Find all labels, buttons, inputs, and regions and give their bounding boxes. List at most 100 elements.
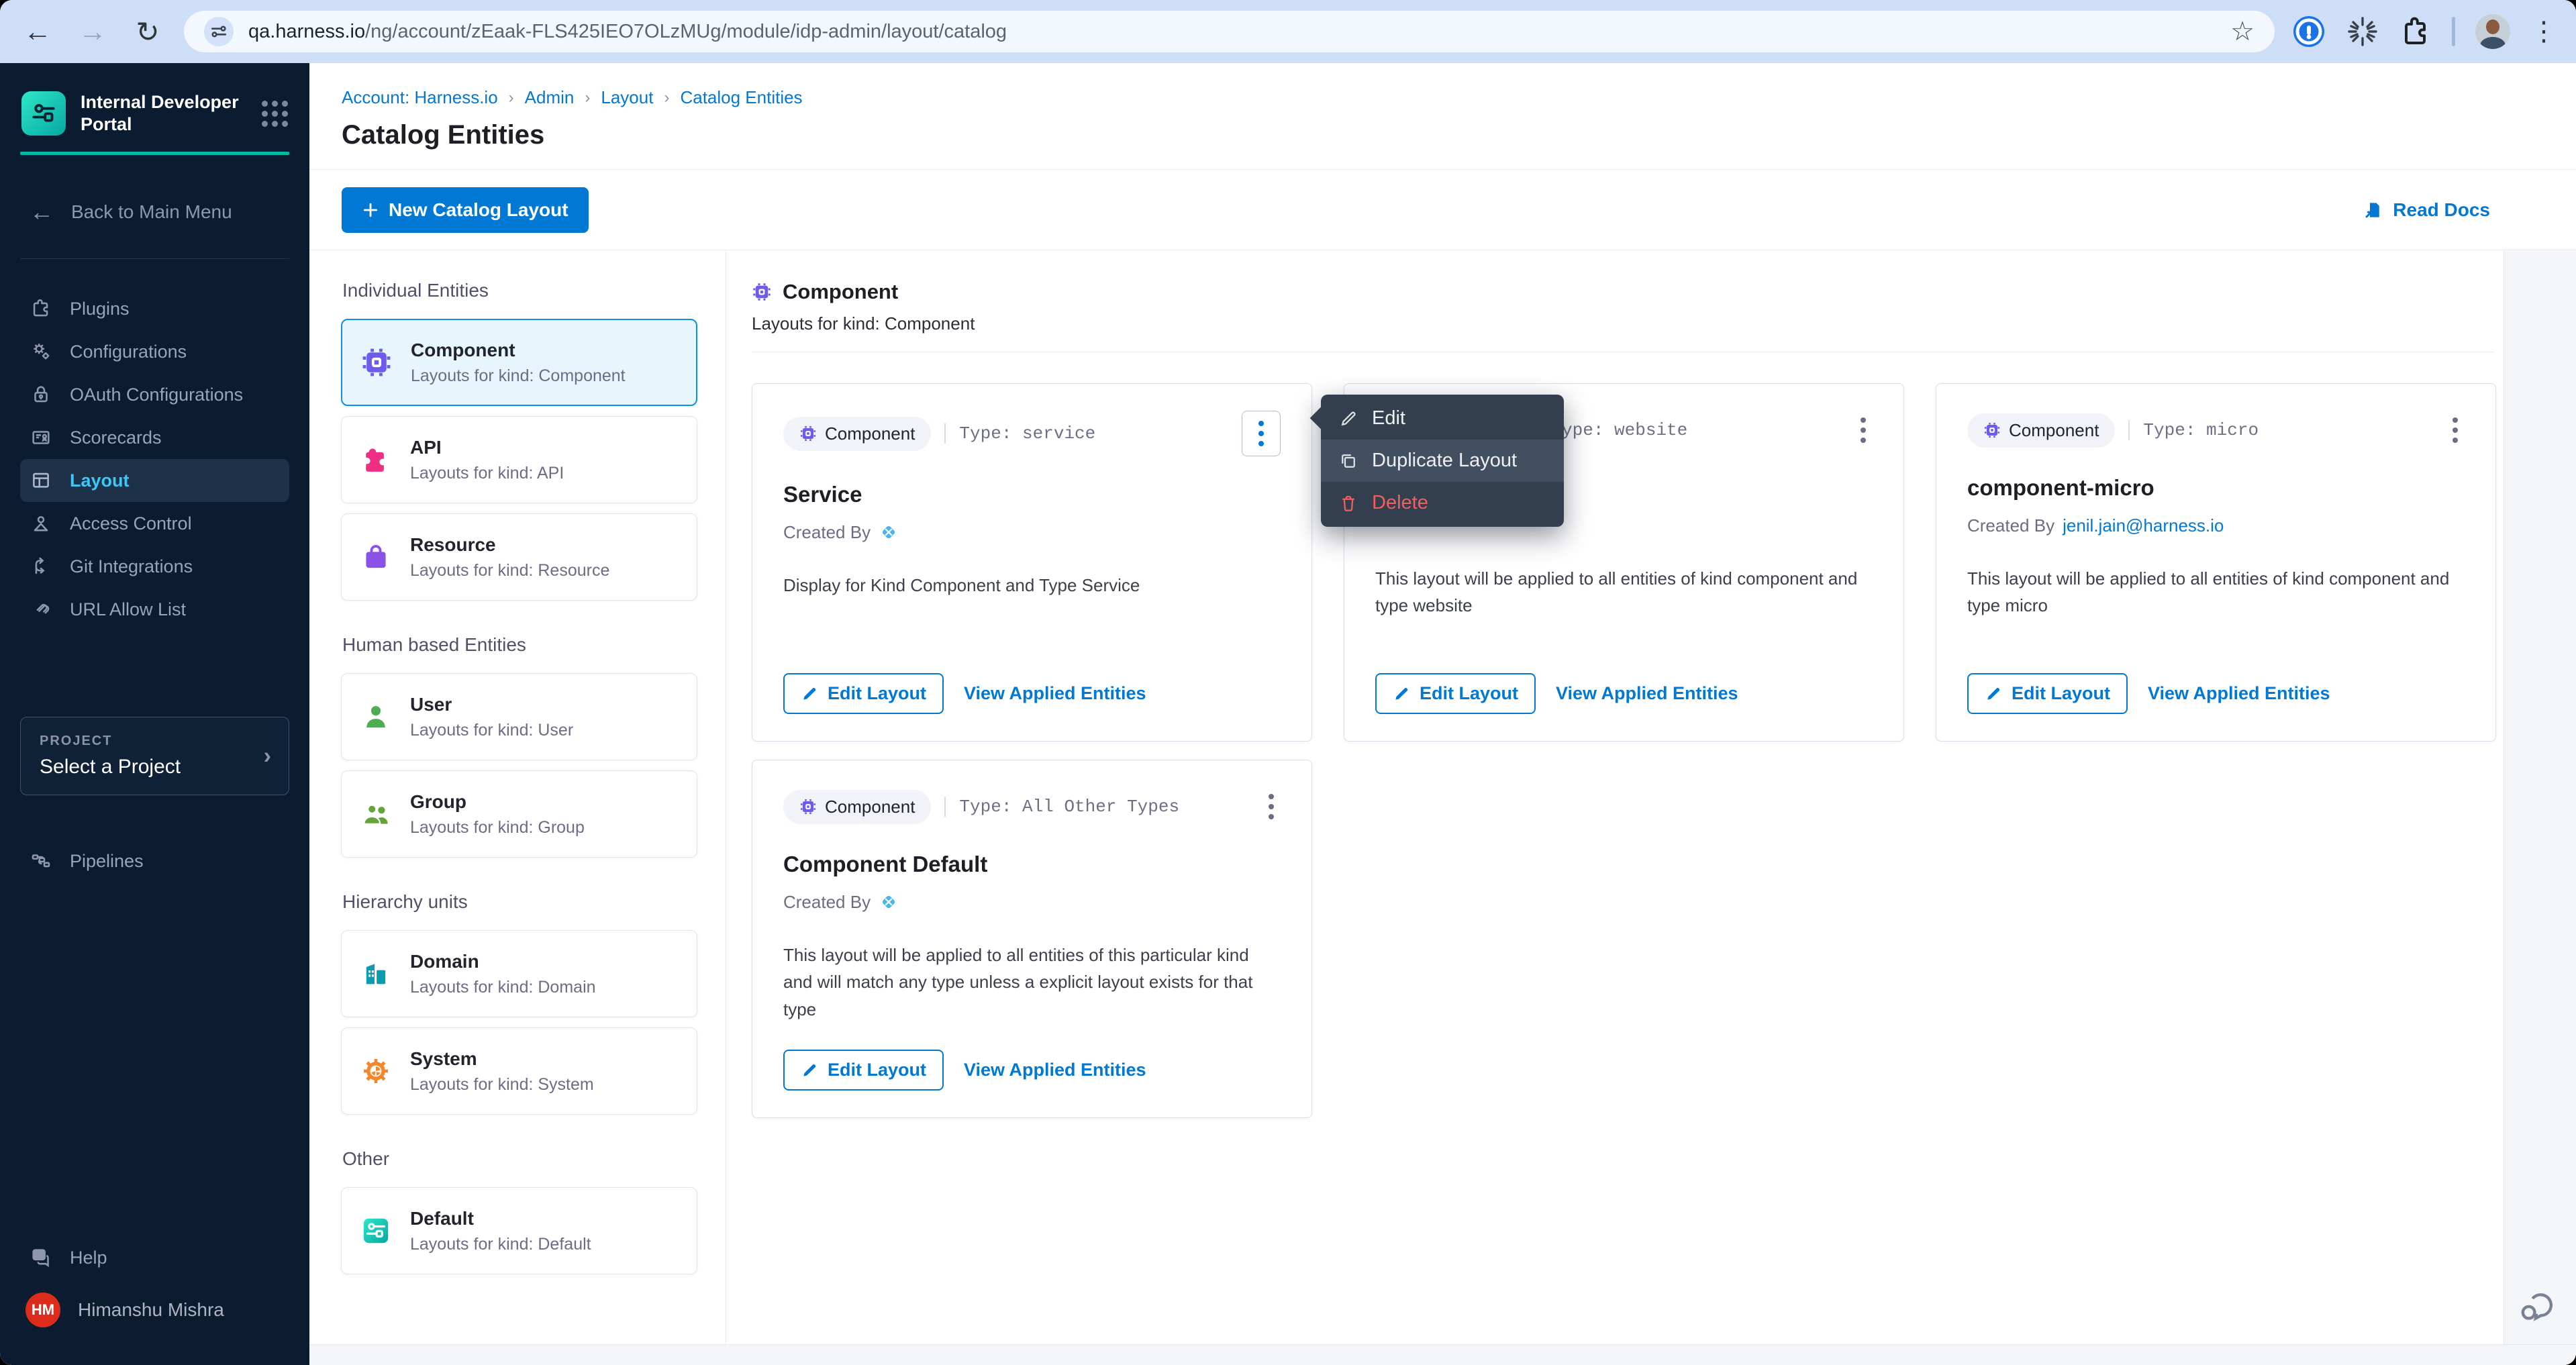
context-menu-label: Edit [1372, 407, 1405, 429]
component-chip-icon [1983, 421, 2001, 439]
card-context-menu: Edit Duplicate Layout Delete [1321, 395, 1564, 527]
edit-layout-button[interactable]: Edit Layout [1967, 673, 2128, 714]
section-heading: Hierarchy units [342, 891, 697, 913]
extensions-area: ⋮ [2292, 14, 2557, 49]
edit-layout-button[interactable]: Edit Layout [783, 1050, 944, 1091]
toolbar-separator [2452, 17, 2455, 46]
harness-user-icon [879, 892, 899, 912]
layout-description: Display for Kind Component and Type Serv… [783, 572, 1267, 599]
entity-kind-title: Component [411, 340, 515, 360]
back-to-main-menu[interactable]: ← Back to Main Menu [20, 198, 289, 226]
edit-layout-button[interactable]: Edit Layout [1375, 673, 1536, 714]
browser-menu-icon[interactable]: ⋮ [2530, 18, 2557, 45]
entity-kind-title: System [410, 1048, 477, 1069]
entity-kind-domain[interactable]: DomainLayouts for kind: Domain [341, 930, 697, 1017]
group-icon [359, 799, 393, 829]
sidebar-item-label: Pipelines [70, 851, 144, 872]
breadcrumb-account[interactable]: Account: Harness.io [342, 87, 498, 108]
sidebar-item-configurations[interactable]: Configurations [20, 330, 289, 373]
site-settings-icon[interactable] [204, 17, 234, 46]
user-profile[interactable]: HM Himanshu Mishra [20, 1293, 289, 1327]
context-menu-delete[interactable]: Delete [1321, 482, 1564, 524]
card-menu-kebab-icon[interactable] [1242, 411, 1281, 456]
brand-divider [20, 152, 289, 155]
api-puzzle-icon [359, 444, 393, 475]
kind-subtitle: Layouts for kind: Component [752, 313, 2576, 334]
created-by-row: Created By jenil.jain@harness.io [1967, 514, 2465, 537]
project-selector[interactable]: PROJECT Select a Project › [20, 717, 289, 795]
view-applied-entities-link[interactable]: View Applied Entities [964, 1060, 1146, 1080]
entity-kind-subtitle: Layouts for kind: Domain [410, 978, 596, 997]
sidebar-item-help[interactable]: ? Help [20, 1236, 289, 1279]
project-label: PROJECT [40, 734, 270, 749]
scroll-gutter-bottom[interactable] [309, 1344, 2576, 1365]
browser-reload-icon[interactable]: ↻ [129, 13, 166, 50]
browser-profile-avatar[interactable] [2475, 14, 2510, 49]
card-menu-kebab-icon[interactable] [1854, 411, 1873, 450]
scroll-gutter-right[interactable] [2504, 251, 2576, 1365]
new-catalog-layout-button[interactable]: New Catalog Layout [342, 187, 589, 233]
breadcrumb-admin[interactable]: Admin [525, 87, 575, 108]
sidebar-item-scorecards[interactable]: Scorecards [20, 416, 289, 459]
browser-back-icon[interactable]: ← [19, 13, 56, 50]
sidebar-item-label: OAuth Configurations [70, 385, 243, 405]
pencil-icon [1338, 409, 1358, 429]
module-grid-icon[interactable] [262, 101, 288, 127]
entity-kind-resource[interactable]: ResourceLayouts for kind: Resource [341, 513, 697, 601]
sidebar-item-pipelines[interactable]: Pipelines [20, 840, 289, 882]
extensions-puzzle-icon[interactable] [2399, 15, 2432, 48]
type-label: Type: All Other Types [944, 797, 1179, 817]
kind-badge-label: Component [2009, 420, 2099, 441]
view-applied-entities-link[interactable]: View Applied Entities [964, 683, 1146, 704]
sidebar-item-access-control[interactable]: Access Control [20, 502, 289, 545]
sidebar-divider [20, 258, 289, 259]
layout-card-service: Component Type: service Service Created … [752, 383, 1312, 742]
layout-card-component-default: Component Type: All Other Types Componen… [752, 760, 1312, 1118]
card-menu-kebab-icon[interactable] [2446, 411, 2465, 450]
layout-description: This layout will be applied to all entit… [1375, 565, 1859, 619]
kind-badge: Component [783, 417, 931, 451]
sidebar-item-layout[interactable]: Layout [20, 459, 289, 502]
entity-kind-user[interactable]: UserLayouts for kind: User [341, 673, 697, 760]
lock-icon [30, 383, 52, 406]
sidebar-item-plugins[interactable]: Plugins [20, 287, 289, 330]
sidebar-item-git-integrations[interactable]: Git Integrations [20, 545, 289, 588]
kind-badge-label: Component [825, 797, 915, 817]
view-applied-entities-link[interactable]: View Applied Entities [1556, 683, 1738, 704]
entity-kind-subtitle: Layouts for kind: API [410, 464, 564, 483]
app-title: Internal Developer Portal [81, 91, 247, 136]
url-bar[interactable]: qa.harness.io/ng/account/zEaak-FLS425IEO… [184, 11, 2275, 52]
spinner-extension-icon[interactable] [2346, 15, 2379, 48]
trash-icon [1338, 493, 1358, 513]
breadcrumb-catalog-entities[interactable]: Catalog Entities [680, 87, 802, 108]
page-title: Catalog Entities [342, 120, 2576, 169]
card-menu-kebab-icon[interactable] [1262, 787, 1281, 826]
read-docs-link[interactable]: Read Docs [2363, 199, 2490, 221]
context-menu-duplicate-layout[interactable]: Duplicate Layout [1321, 440, 1564, 482]
context-menu-edit[interactable]: Edit [1321, 397, 1564, 440]
breadcrumb-layout[interactable]: Layout [601, 87, 653, 108]
entity-kind-system[interactable]: SystemLayouts for kind: System [341, 1027, 697, 1115]
chat-widget-icon[interactable] [2516, 1288, 2557, 1333]
edit-layout-label: Edit Layout [1420, 683, 1518, 704]
chevron-right-icon: › [264, 743, 271, 769]
section-heading: Individual Entities [342, 280, 697, 301]
entity-kind-group[interactable]: GroupLayouts for kind: Group [341, 770, 697, 858]
created-by-user-link[interactable]: jenil.jain@harness.io [2063, 515, 2224, 536]
duplicate-icon [1338, 451, 1358, 471]
password-manager-extension-icon[interactable] [2292, 15, 2326, 48]
bookmark-star-icon[interactable]: ☆ [2230, 16, 2255, 47]
edit-layout-button[interactable]: Edit Layout [783, 673, 944, 714]
harness-user-icon [879, 522, 899, 542]
browser-forward-icon[interactable]: → [74, 13, 111, 50]
user-icon [359, 701, 393, 732]
entity-kind-default[interactable]: DefaultLayouts for kind: Default [341, 1187, 697, 1274]
sidebar-item-oauth-configurations[interactable]: OAuth Configurations [20, 373, 289, 416]
scorecard-icon [30, 426, 52, 449]
sidebar-item-url-allow-list[interactable]: URL Allow List [20, 588, 289, 631]
entity-kind-subtitle: Layouts for kind: Default [410, 1235, 591, 1254]
edit-layout-label: Edit Layout [828, 1060, 926, 1080]
entity-kind-api[interactable]: APILayouts for kind: API [341, 416, 697, 503]
view-applied-entities-link[interactable]: View Applied Entities [2148, 683, 2330, 704]
entity-kind-component[interactable]: ComponentLayouts for kind: Component [341, 319, 697, 406]
